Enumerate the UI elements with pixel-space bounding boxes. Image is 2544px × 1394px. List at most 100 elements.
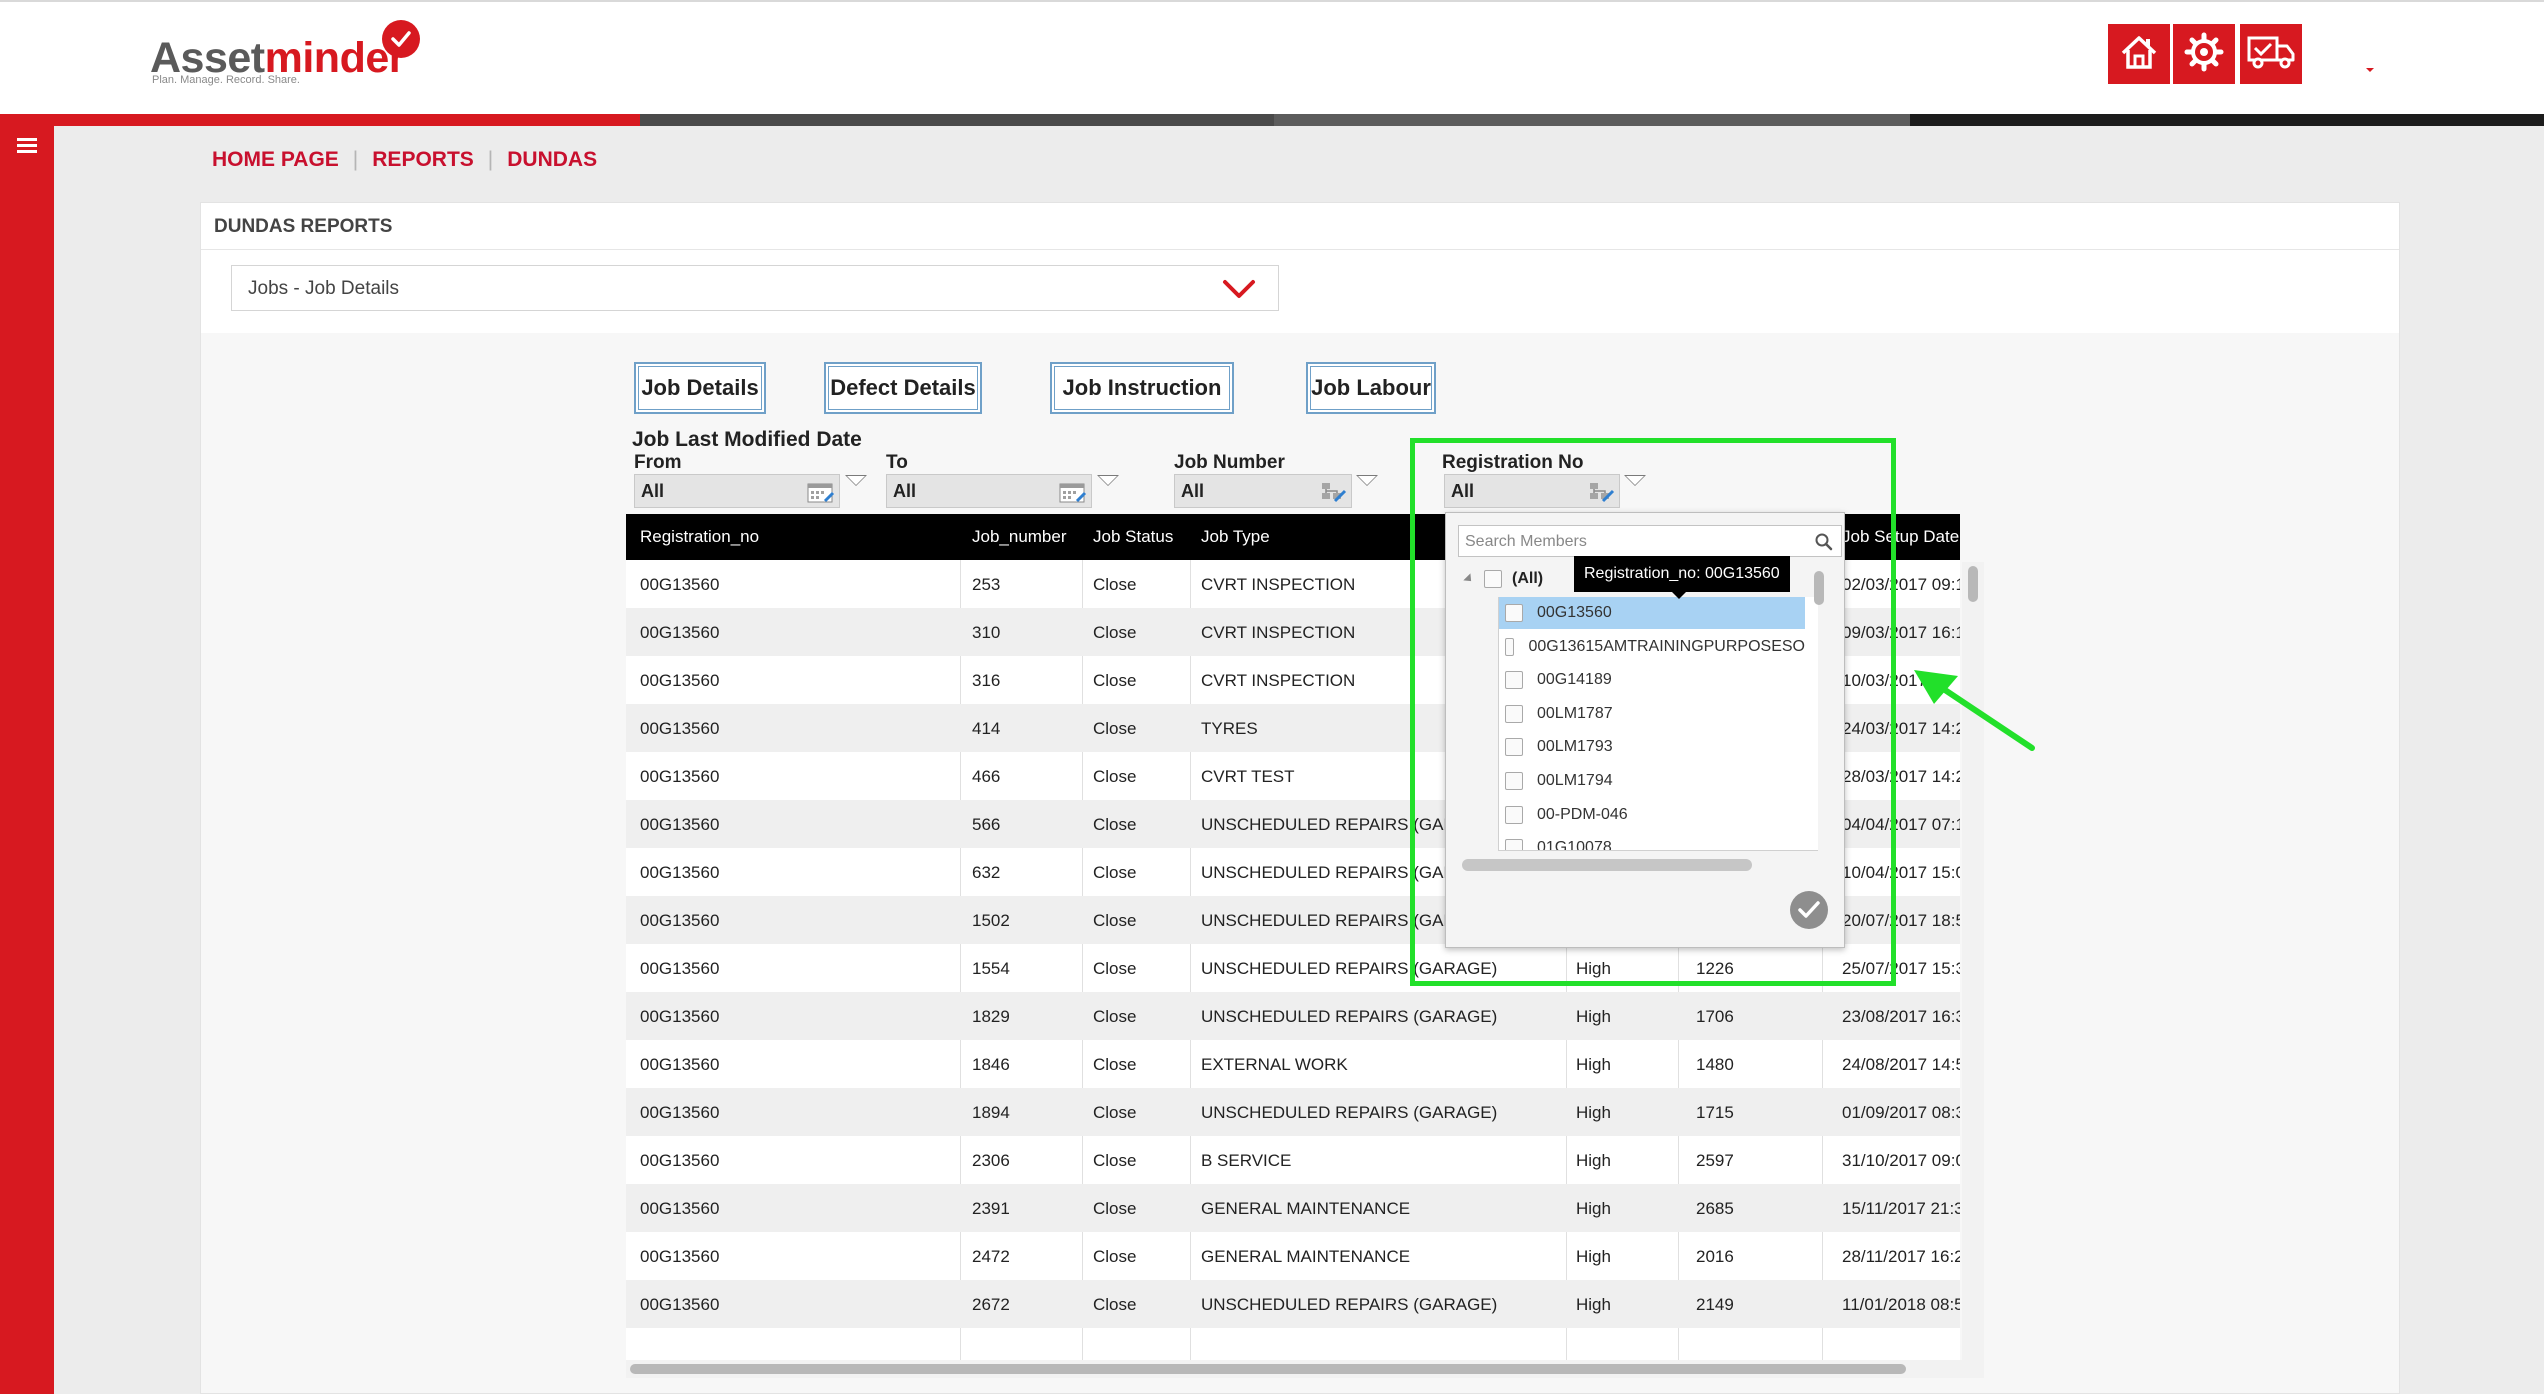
job-number-value: All: [1181, 481, 1205, 501]
cell-job-type: TYRES: [1201, 719, 1258, 738]
cell-registration-no: 00G13560: [640, 1007, 720, 1026]
cell-job-status: Close: [1093, 1199, 1137, 1218]
cell-job-number: 1846: [972, 1055, 1010, 1074]
cell-job-status: Close: [1093, 863, 1137, 882]
green-arrow-icon: [1914, 670, 2035, 751]
table-row[interactable]: 00G13560 2391 Close GENERAL MAINTENANCE High…: [626, 1184, 1960, 1232]
cell-job-number: 566: [972, 815, 1001, 834]
cell-job-status: Close: [1093, 1007, 1137, 1026]
assetminder-logo[interactable]: Assetminder Plan. Manage. Record. Share.: [150, 20, 440, 94]
chevron-down-icon: [1222, 278, 1256, 305]
breadcrumb-dundas[interactable]: DUNDAS: [507, 148, 597, 172]
cell-priority: High: [1576, 1103, 1611, 1122]
truck-icon: [2247, 34, 2295, 75]
cell-registration-no: 00G13560: [640, 1151, 720, 1170]
home-icon: [2119, 33, 2159, 76]
cell-job-status: Close: [1093, 767, 1137, 786]
table-row[interactable]: 00G13560 2672 Close UNSCHEDULED REPAIRS (GA…: [626, 1280, 1960, 1328]
calendar-icon[interactable]: [807, 481, 835, 508]
breadcrumb-reports[interactable]: REPORTS: [372, 148, 474, 172]
cell-job-type: EXTERNAL WORK: [1201, 1055, 1348, 1074]
job-number-filter[interactable]: All: [1174, 474, 1352, 508]
column-header-job-type[interactable]: Job Type: [1201, 527, 1270, 547]
cell-job-type: CVRT INSPECTION: [1201, 671, 1356, 690]
cell-job-type: B SERVICE: [1201, 1151, 1292, 1170]
member-picker-icon[interactable]: [1319, 481, 1347, 508]
from-date-value: All: [641, 481, 665, 501]
report-selector-value: Jobs - Job Details: [248, 278, 400, 299]
cell-reference: 1715: [1696, 1103, 1734, 1122]
tab-job-instruction[interactable]: Job Instruction: [1050, 362, 1234, 414]
cell-job-type: CVRT INSPECTION: [1201, 575, 1356, 594]
cell-job-status: Close: [1093, 911, 1137, 930]
cell-job-setup-date: 01/09/2017 08:3: [1842, 1103, 1960, 1122]
scrollbar-thumb[interactable]: [1968, 566, 1978, 602]
table-horizontal-scrollbar[interactable]: [626, 1360, 1984, 1378]
job-number-filter-label: Job Number: [1174, 452, 1285, 473]
cell-job-number: 310: [972, 623, 1001, 642]
fleet-button[interactable]: [2240, 24, 2302, 84]
tab-defect-details[interactable]: Defect Details: [824, 362, 982, 414]
calendar-icon[interactable]: [1059, 481, 1087, 508]
cell-registration-no: 00G13560: [640, 815, 720, 834]
tab-job-details[interactable]: Job Details: [634, 362, 766, 414]
cell-reference: 1706: [1696, 1007, 1734, 1026]
table-row[interactable]: 00G13560 2306 Close B SERVICE High 2597 31/10/…: [626, 1136, 1960, 1184]
top-header: Assetminder Plan. Manage. Record. Share.: [0, 0, 2544, 114]
tab-job-labour[interactable]: Job Labour: [1306, 362, 1436, 414]
from-date-filter[interactable]: All: [634, 474, 840, 508]
cell-job-status: Close: [1093, 1055, 1137, 1074]
cell-registration-no: 00G13560: [640, 1103, 720, 1122]
cell-registration-no: 00G13560: [640, 1199, 720, 1218]
hamburger-menu-icon[interactable]: [17, 138, 37, 154]
cell-reference: 2149: [1696, 1295, 1734, 1314]
settings-button[interactable]: [2173, 24, 2235, 84]
panel-divider: [201, 249, 2399, 250]
from-filter-dropdown-icon[interactable]: [845, 475, 867, 486]
cell-priority: High: [1576, 1055, 1611, 1074]
cell-registration-no: 00G13560: [640, 623, 720, 642]
cell-job-type: CVRT TEST: [1201, 767, 1295, 786]
breadcrumb: HOME PAGE | REPORTS | DUNDAS: [212, 148, 597, 172]
user-menu-caret-icon[interactable]: [2366, 68, 2374, 72]
side-nav: [0, 126, 54, 1394]
report-selector-dropdown[interactable]: Jobs - Job Details: [231, 265, 1279, 311]
column-header-registration-no[interactable]: Registration_no: [640, 527, 759, 547]
cell-job-status: Close: [1093, 1295, 1137, 1314]
column-header-job-status[interactable]: Job Status: [1093, 527, 1173, 547]
to-filter-dropdown-icon[interactable]: [1097, 475, 1119, 486]
breadcrumb-separator: |: [487, 148, 494, 171]
column-header-job-number[interactable]: Job_number: [972, 527, 1067, 547]
table-row[interactable]: 00G13560 2472 Close GENERAL MAINTENANCE High…: [626, 1232, 1960, 1280]
scrollbar-thumb[interactable]: [630, 1364, 1906, 1374]
cell-job-type: UNSCHEDULED REPAIRS (GARAGE): [1201, 1295, 1498, 1314]
cell-registration-no: 00G13560: [640, 719, 720, 738]
home-button[interactable]: [2108, 24, 2170, 84]
cell-job-status: Close: [1093, 1247, 1137, 1266]
cell-job-number: 253: [972, 575, 1001, 594]
cell-job-type: GENERAL MAINTENANCE: [1201, 1247, 1411, 1266]
cell-job-type: CVRT INSPECTION: [1201, 623, 1356, 642]
cell-registration-no: 00G13560: [640, 1247, 720, 1266]
cell-job-status: Close: [1093, 815, 1137, 834]
cell-job-status: Close: [1093, 623, 1137, 642]
cell-job-type: UNSCHEDULED REPAIRS (GARAGE): [1201, 1103, 1498, 1122]
breadcrumb-separator: |: [352, 148, 359, 171]
table-row[interactable]: 00G13560 1846 Close EXTERNAL WORK High 1480 24…: [626, 1040, 1960, 1088]
table-row[interactable]: 00G13560 1894 Close UNSCHEDULED REPAIRS (GA…: [626, 1088, 1960, 1136]
table-row[interactable]: 00G13560 1829 Close UNSCHEDULED REPAIRS (GA…: [626, 992, 1960, 1040]
job-number-dropdown-icon[interactable]: [1356, 475, 1378, 486]
cell-priority: High: [1576, 1247, 1611, 1266]
cell-priority: High: [1576, 1295, 1611, 1314]
breadcrumb-home-page[interactable]: HOME PAGE: [212, 148, 339, 172]
cell-reference: 1480: [1696, 1055, 1734, 1074]
to-date-filter[interactable]: All: [886, 474, 1092, 508]
cell-job-number: 1502: [972, 911, 1010, 930]
cell-registration-no: 00G13560: [640, 863, 720, 882]
cell-reference: 2597: [1696, 1151, 1734, 1170]
cell-job-number: 316: [972, 671, 1001, 690]
cell-job-number: 466: [972, 767, 1001, 786]
cell-priority: High: [1576, 1151, 1611, 1170]
cell-job-status: Close: [1093, 959, 1137, 978]
cell-job-setup-date: 28/11/2017 16:2: [1842, 1247, 1960, 1266]
